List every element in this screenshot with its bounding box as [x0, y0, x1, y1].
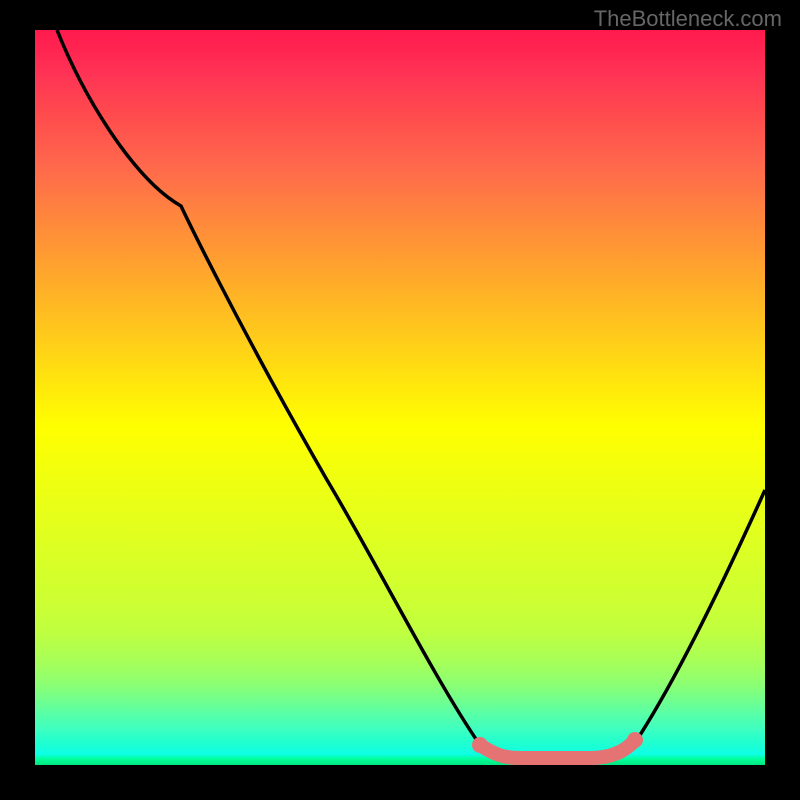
highlight-dot-left — [472, 737, 488, 753]
optimal-range-highlight — [480, 740, 635, 758]
chart-container: TheBottleneck.com — [0, 0, 800, 800]
watermark-text: TheBottleneck.com — [594, 6, 782, 32]
bottleneck-curve-line — [57, 30, 765, 758]
highlight-dot-right — [627, 732, 643, 748]
plot-area — [35, 30, 765, 765]
bottleneck-curve-svg — [35, 30, 765, 765]
